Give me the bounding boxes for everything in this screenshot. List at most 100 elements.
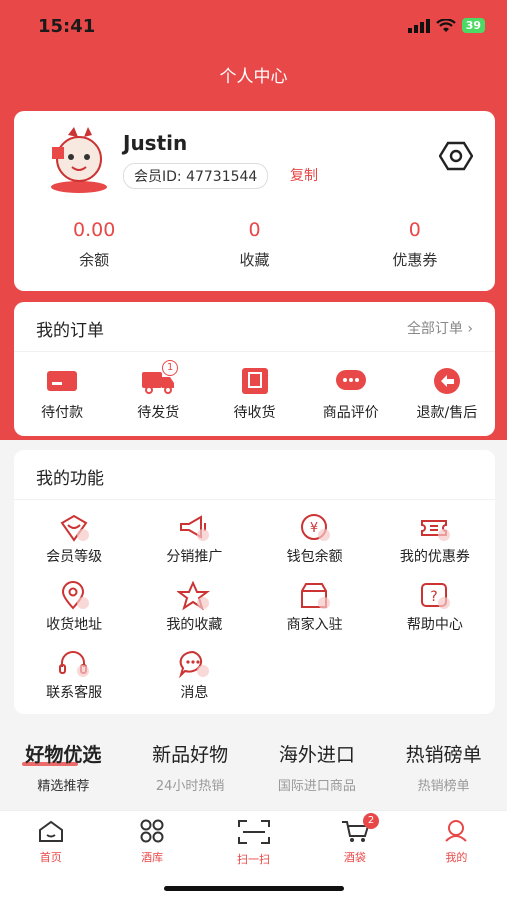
func-address[interactable]: 收货地址 — [14, 580, 134, 634]
func-merchant[interactable]: 商家入驻 — [255, 580, 375, 634]
order-label: 待付款 — [41, 405, 84, 421]
stats-row: 0.00 余额 0 收藏 0 优惠券 — [14, 219, 495, 270]
func-label: 我的收藏 — [166, 617, 223, 633]
location-pin-icon — [62, 581, 90, 610]
nav-home[interactable]: 首页 — [0, 811, 101, 900]
functions-title: 我的功能 — [36, 469, 104, 489]
order-label: 待发货 — [137, 405, 180, 421]
home-indicator — [164, 886, 344, 891]
megaphone-icon — [180, 515, 210, 541]
func-label: 联系客服 — [46, 685, 103, 701]
settings-icon[interactable] — [439, 141, 473, 171]
chat-icon — [335, 370, 366, 390]
tab-featured[interactable]: 好物优选 精选推荐 — [0, 740, 127, 800]
orders-title: 我的订单 — [36, 321, 104, 341]
order-label: 退款/售后 — [416, 405, 478, 421]
tab-subtitle: 国际进口商品 — [277, 779, 356, 794]
signal-icon — [407, 18, 430, 33]
func-favorites[interactable]: 我的收藏 — [134, 580, 254, 634]
tab-subtitle: 热销榜单 — [417, 779, 470, 794]
tab-title: 热销磅单 — [405, 744, 482, 766]
stat-coupons[interactable]: 0 优惠券 — [335, 219, 495, 270]
order-pending-shipment[interactable]: 1 待发货 — [110, 360, 206, 422]
ticket-icon — [420, 520, 450, 541]
stat-value: 0 — [248, 219, 261, 241]
help-icon: ? — [420, 583, 450, 609]
func-customer-service[interactable]: 联系客服 — [14, 648, 134, 702]
yen-coin-icon: ¥ — [300, 514, 330, 541]
diamond-icon — [60, 514, 90, 542]
nav-label: 酒库 — [141, 851, 164, 864]
nav-label: 扫一扫 — [237, 853, 271, 866]
stat-label: 余额 — [79, 251, 110, 269]
func-member-level[interactable]: 会员等级 — [14, 512, 134, 566]
tab-subtitle: 24小时热销 — [155, 779, 225, 794]
tab-subtitle: 精选推荐 — [37, 779, 90, 794]
functions-grid: 会员等级 分销推广 ¥ 钱包余额 我的优惠券 收货地址 我的收藏 商家入驻 ? … — [14, 512, 495, 702]
func-label: 消息 — [180, 685, 209, 701]
func-messages[interactable]: 消息 — [134, 648, 254, 702]
order-review[interactable]: 商品评价 — [303, 366, 399, 422]
tab-new[interactable]: 新品好物 24小时热销 — [127, 740, 254, 800]
func-label: 会员等级 — [46, 549, 103, 565]
return-icon — [433, 368, 460, 394]
profile-card: Justin 会员ID: 47731544 复制 0.00 余额 0 收藏 0 … — [14, 111, 495, 291]
star-icon — [177, 581, 211, 611]
func-coupons[interactable]: 我的优惠券 — [375, 512, 495, 566]
func-distribution[interactable]: 分销推广 — [134, 512, 254, 566]
scan-icon — [237, 820, 270, 844]
category-tabs: 好物优选 精选推荐 新品好物 24小时热销 海外进口 国际进口商品 热销磅单 热… — [0, 740, 507, 800]
func-label: 帮助中心 — [406, 617, 463, 633]
tab-title: 海外进口 — [278, 744, 355, 766]
order-status-row: 待付款 1 待发货 待收货 商品评价 退款/售后 — [14, 360, 495, 422]
nav-label: 酒袋 — [343, 851, 366, 864]
order-refund[interactable]: 退款/售后 — [399, 366, 495, 422]
shop-icon — [300, 583, 330, 609]
stat-label: 优惠券 — [392, 251, 438, 269]
func-label: 我的优惠券 — [399, 549, 470, 565]
order-label: 待收货 — [233, 405, 276, 421]
func-label: 分销推广 — [166, 549, 223, 565]
stat-value: 0.00 — [73, 219, 116, 241]
tab-title: 新品好物 — [152, 744, 229, 766]
message-icon — [179, 650, 210, 679]
tab-overseas[interactable]: 海外进口 国际进口商品 — [254, 740, 381, 800]
tab-hot[interactable]: 热销磅单 热销榜单 — [380, 740, 507, 800]
stat-label: 收藏 — [239, 251, 270, 269]
nav-label: 首页 — [39, 851, 62, 864]
username: Justin — [123, 131, 188, 155]
status-time: 15:41 — [38, 16, 96, 37]
cart-badge: 2 — [363, 813, 380, 829]
order-pending-receipt[interactable]: 待收货 — [206, 366, 302, 422]
nav-label: 我的 — [445, 851, 468, 864]
func-wallet[interactable]: ¥ 钱包余额 — [255, 512, 375, 566]
order-pending-payment[interactable]: 待付款 — [14, 366, 110, 422]
battery-icon: 39 — [461, 18, 485, 33]
orders-card: 我的订单 全部订单 › 待付款 1 待发货 待收货 商品评价 退款/售后 — [14, 302, 495, 436]
svg-text:?: ? — [430, 589, 437, 605]
functions-card: 我的功能 会员等级 分销推广 ¥ 钱包余额 我的优惠券 收货地址 我的收藏 商家… — [14, 450, 495, 714]
stat-balance[interactable]: 0.00 余额 — [14, 219, 174, 270]
nav-me[interactable]: 我的 — [406, 811, 507, 900]
func-label: 商家入驻 — [286, 617, 343, 633]
tab-title: 好物优选 — [25, 744, 102, 766]
stat-favorites[interactable]: 0 收藏 — [174, 219, 334, 270]
user-icon — [445, 820, 468, 842]
page-title: 个人中心 — [219, 67, 288, 87]
func-label: 钱包余额 — [286, 549, 343, 565]
avatar[interactable] — [38, 125, 120, 197]
card-icon — [47, 371, 78, 391]
copy-button[interactable]: 复制 — [290, 165, 318, 185]
func-help[interactable]: ? 帮助中心 — [375, 580, 495, 634]
stat-value: 0 — [408, 219, 421, 241]
status-bar: 15:41 39 — [0, 14, 507, 42]
wifi-icon — [435, 18, 456, 32]
box-icon — [241, 368, 268, 394]
home-icon — [38, 820, 63, 842]
headset-icon — [59, 651, 90, 677]
member-id: 会员ID: 47731544 — [123, 163, 269, 189]
svg-text:¥: ¥ — [309, 521, 317, 536]
all-orders-link[interactable]: 全部订单 › — [407, 318, 473, 338]
grid-icon — [140, 819, 164, 843]
order-label: 商品评价 — [322, 405, 379, 421]
